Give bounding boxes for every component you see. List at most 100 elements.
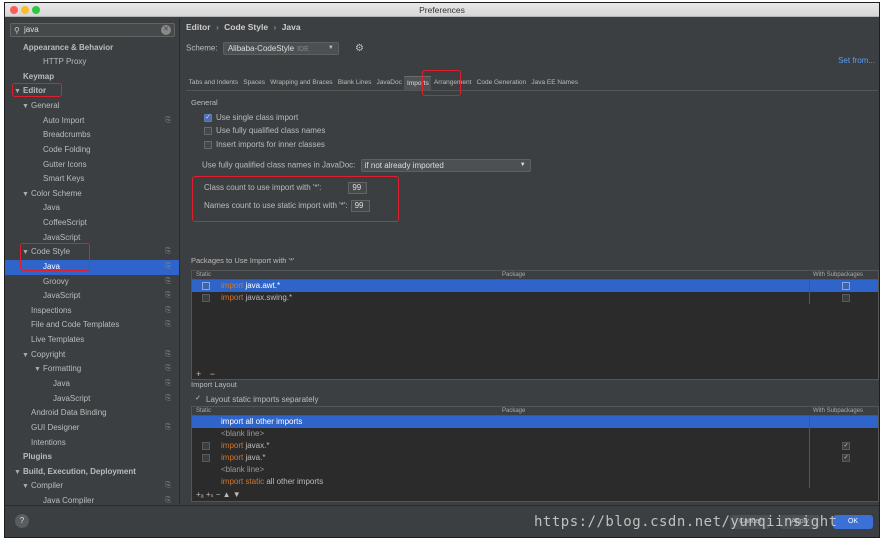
tab-javadoc[interactable]: JavaDoc	[374, 76, 404, 90]
single-class-import-label: Use single class import	[216, 113, 299, 122]
add-package-button[interactable]: +	[196, 369, 201, 379]
table-row[interactable]: <blank line>	[192, 464, 878, 476]
package-cell: import java.awt.*	[221, 280, 280, 292]
expand-arrow-icon[interactable]: ▼	[22, 188, 31, 203]
sidebar-item[interactable]: ▼ Compiler ⎘	[5, 479, 179, 494]
sidebar-item-label: Breadcrumbs	[43, 130, 91, 140]
table-row[interactable]: import java.awt.*	[192, 280, 878, 292]
import-layout-header: Static Package With Subpackages	[192, 407, 878, 416]
sidebar-item[interactable]: Appearance & Behavior	[5, 41, 179, 56]
static-checkbox[interactable]	[202, 454, 210, 462]
sidebar-item[interactable]: Smart Keys	[5, 172, 179, 187]
expand-arrow-icon[interactable]: ▼	[14, 466, 23, 481]
sidebar-item[interactable]: ▼ Copyright ⎘	[5, 348, 179, 363]
layout-toolbar[interactable]: +ₐ +ₛ − ▲ ▼	[196, 490, 241, 499]
sidebar-item[interactable]: JavaScript ⎘	[5, 289, 179, 304]
sidebar-item[interactable]: Code Folding	[5, 143, 179, 158]
package-name: javax.*	[243, 441, 270, 450]
sidebar-item[interactable]: ▼ Formatting ⎘	[5, 362, 179, 377]
table-row[interactable]: import javax.swing.*	[192, 292, 878, 304]
set-from-link[interactable]: Set from...	[838, 56, 875, 65]
static-checkbox[interactable]	[202, 282, 210, 290]
search-input[interactable]: ⚲ java ✕	[10, 23, 175, 37]
sidebar-item[interactable]: Breadcrumbs	[5, 128, 179, 143]
sidebar-item[interactable]: Java ⎘	[5, 377, 179, 392]
package-name: <blank line>	[221, 465, 265, 474]
table-row[interactable]: import static all other imports	[192, 476, 878, 488]
project-settings-icon: ⎘	[165, 350, 171, 358]
table-row[interactable]: import java.* ✓	[192, 452, 878, 464]
expand-arrow-icon[interactable]: ▼	[34, 363, 43, 378]
scheme-value: Alibaba-CodeStyle	[227, 44, 295, 53]
sidebar-item-label: Build, Execution, Deployment	[23, 466, 136, 476]
sidebar-item[interactable]: Java	[5, 201, 179, 216]
sidebar-item[interactable]: ▼ Build, Execution, Deployment	[5, 465, 179, 480]
subpackages-checkbox[interactable]: ✓	[842, 442, 850, 450]
javadoc-dropdown[interactable]: if not already imported ▼	[360, 159, 531, 172]
project-settings-icon: ⎘	[165, 379, 171, 387]
sidebar-item[interactable]: Inspections ⎘	[5, 304, 179, 319]
zoom-window-icon[interactable]	[32, 6, 40, 14]
import-layout-title: Import Layout	[191, 380, 237, 389]
tab-wrapping-and-braces[interactable]: Wrapping and Braces	[268, 76, 336, 90]
breadcrumb-code-style: Code Style	[224, 22, 269, 32]
tab-code-generation[interactable]: Code Generation	[474, 76, 529, 90]
expand-arrow-icon[interactable]: ▼	[22, 349, 31, 364]
expand-arrow-icon[interactable]: ▼	[22, 480, 31, 495]
sidebar-item[interactable]: Gutter Icons	[5, 158, 179, 173]
packages-table-header: Static Package With Subpackages	[192, 271, 878, 280]
static-checkbox[interactable]	[202, 442, 210, 450]
sidebar-item[interactable]: Live Templates	[5, 333, 179, 348]
package-cell: import javax.swing.*	[221, 292, 292, 304]
sidebar-item[interactable]: ▼ Color Scheme	[5, 187, 179, 202]
javadoc-value: if not already imported	[364, 161, 444, 170]
sidebar-item[interactable]: CoffeeScript	[5, 216, 179, 231]
clear-search-icon[interactable]: ✕	[161, 25, 171, 35]
close-window-icon[interactable]	[10, 6, 18, 14]
static-checkbox[interactable]	[202, 294, 210, 302]
import-keyword: import	[221, 281, 244, 290]
table-row[interactable]: import javax.* ✓	[192, 440, 878, 452]
sidebar-item[interactable]: GUI Designer ⎘	[5, 421, 179, 436]
sidebar-item[interactable]: Android Data Binding	[5, 406, 179, 421]
tab-tabs-and-indents[interactable]: Tabs and Indents	[186, 76, 241, 90]
table-row[interactable]: import all other imports	[192, 416, 878, 428]
gear-icon[interactable]: ⚙	[355, 43, 364, 54]
javadoc-row: Use fully qualified class names in JavaD…	[202, 159, 531, 172]
sidebar-item[interactable]: ▼ General	[5, 99, 179, 114]
single-class-import-checkbox[interactable]: ✓ Use single class import	[204, 113, 298, 122]
tab-bar: Tabs and Indents Spaces Wrapping and Brace…	[186, 76, 581, 90]
tab-java-ee-names[interactable]: Java EE Names	[529, 76, 581, 90]
sidebar-item-label: Appearance & Behavior	[23, 42, 114, 52]
layout-static-separately-checkbox[interactable]: ✓ Layout static imports separately	[194, 395, 319, 404]
fully-qualified-checkbox[interactable]: Use fully qualified class names	[204, 126, 325, 135]
table-row[interactable]: <blank line>	[192, 428, 878, 440]
sidebar-item[interactable]: Auto Import ⎘	[5, 114, 179, 129]
sidebar-item[interactable]: File and Code Templates ⎘	[5, 318, 179, 333]
tab-spaces[interactable]: Spaces	[241, 76, 268, 90]
subpackages-checkbox[interactable]: ✓	[842, 454, 850, 462]
remove-package-button[interactable]: −	[210, 369, 215, 379]
search-icon: ⚲	[14, 26, 20, 35]
sidebar-item[interactable]: Groovy ⎘	[5, 275, 179, 290]
layout-static-separately-label: Layout static imports separately	[206, 395, 319, 404]
import-layout-rows: import all other imports <blank line> impo…	[192, 416, 878, 488]
watermark: https://blog.csdn.net/yunqiinsight	[534, 514, 838, 530]
subpackages-checkbox[interactable]	[842, 282, 850, 290]
sidebar-item[interactable]: JavaScript ⎘	[5, 392, 179, 407]
help-button[interactable]: ?	[15, 514, 29, 528]
packages-toolbar: + −	[196, 369, 215, 379]
sidebar-item[interactable]: Intentions	[5, 436, 179, 451]
subpackages-checkbox[interactable]	[842, 294, 850, 302]
sidebar-item-label: Java	[53, 378, 70, 388]
sidebar-item[interactable]: Plugins	[5, 450, 179, 465]
javadoc-label: Use fully qualified class names in JavaD…	[202, 160, 356, 170]
col-subpackages-header: With Subpackages	[813, 272, 864, 278]
ok-button[interactable]: OK	[833, 515, 873, 529]
scheme-dropdown[interactable]: Alibaba-CodeStyle IDE ▼	[222, 42, 339, 55]
sidebar-item[interactable]: HTTP Proxy	[5, 55, 179, 70]
minimize-window-icon[interactable]	[21, 6, 29, 14]
expand-arrow-icon[interactable]: ▼	[22, 100, 31, 115]
tab-blank-lines[interactable]: Blank Lines	[335, 76, 374, 90]
inner-classes-checkbox[interactable]: Insert imports for inner classes	[204, 140, 325, 149]
